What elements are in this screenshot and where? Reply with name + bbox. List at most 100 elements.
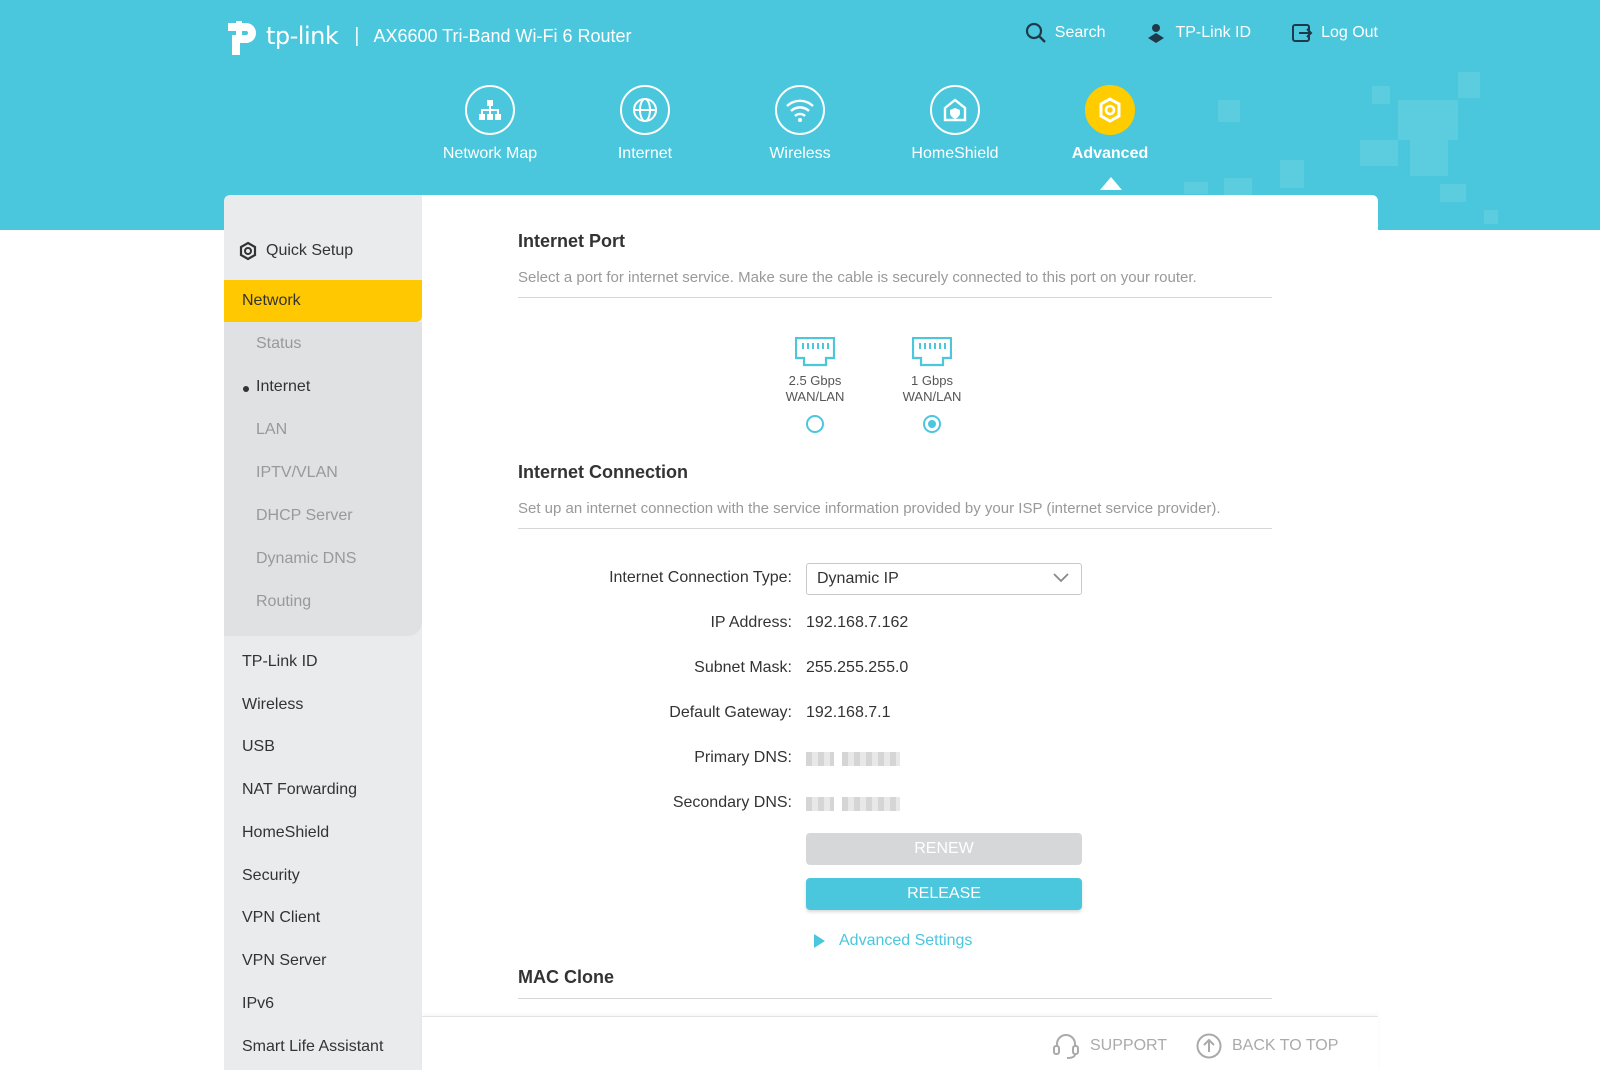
nav-wireless[interactable]: Wireless bbox=[725, 85, 875, 163]
sidebar-item-nat-forwarding[interactable]: NAT Forwarding bbox=[242, 781, 357, 799]
router-model: AX6600 Tri-Band Wi-Fi 6 Router bbox=[373, 25, 632, 46]
network-map-icon bbox=[465, 85, 515, 135]
port-type: WAN/LAN bbox=[902, 389, 962, 404]
tp-link-logo-icon bbox=[228, 21, 256, 55]
title-separator: | bbox=[354, 24, 360, 47]
user-icon bbox=[1148, 24, 1165, 43]
home-shield-icon bbox=[930, 85, 980, 135]
sidebar-item-homeshield[interactable]: HomeShield bbox=[242, 824, 329, 842]
port-option-2-5g: 2.5 Gbps WAN/LAN bbox=[775, 337, 855, 433]
gear-icon bbox=[1085, 85, 1135, 135]
port-radio-2-5g[interactable] bbox=[806, 415, 824, 433]
sidebar: Quick Setup Network Status Internet LAN … bbox=[224, 195, 422, 1070]
redacted-block bbox=[806, 751, 834, 766]
sidebar-sub-status[interactable]: Status bbox=[256, 335, 301, 353]
brand: tp-link | AX6600 Tri-Band Wi-Fi 6 Router bbox=[222, 14, 632, 58]
main-nav: Network Map Internet Wireless HomeShield bbox=[0, 80, 1600, 190]
nav-homeshield[interactable]: HomeShield bbox=[880, 85, 1030, 163]
nav-label: Advanced bbox=[1071, 145, 1149, 162]
secondary-dns-value-redacted bbox=[806, 795, 901, 813]
tplink-id-label: TP-Link ID bbox=[1175, 24, 1252, 41]
port-type: WAN/LAN bbox=[785, 389, 845, 404]
advanced-settings-toggle[interactable]: Advanced Settings bbox=[814, 932, 972, 950]
internet-connection-desc: Set up an internet connection with the s… bbox=[518, 500, 1221, 517]
default-gateway-value: 192.168.7.1 bbox=[806, 704, 891, 721]
back-to-top-link[interactable]: BACK TO TOP bbox=[1196, 1033, 1338, 1059]
ethernet-port-icon bbox=[912, 337, 952, 367]
redacted-block bbox=[806, 796, 834, 811]
nav-label: HomeShield bbox=[911, 145, 999, 162]
support-link[interactable]: SUPPORT bbox=[1052, 1033, 1167, 1059]
ip-address-label: IP Address: bbox=[710, 614, 792, 631]
chevron-down-icon bbox=[1053, 573, 1069, 583]
ip-address-value: 192.168.7.162 bbox=[806, 614, 909, 631]
sidebar-item-vpn-client[interactable]: VPN Client bbox=[242, 909, 320, 927]
decor-square bbox=[1484, 210, 1498, 224]
gear-icon bbox=[239, 241, 257, 261]
sidebar-sub-iptv-vlan[interactable]: IPTV/VLAN bbox=[256, 464, 338, 482]
port-option-1g: 1 Gbps WAN/LAN bbox=[892, 337, 972, 433]
caret-right-icon bbox=[814, 934, 825, 948]
ethernet-port-icon bbox=[795, 337, 835, 367]
divider bbox=[518, 998, 1272, 999]
sidebar-sub-lan[interactable]: LAN bbox=[256, 421, 287, 439]
search-label: Search bbox=[1054, 24, 1106, 41]
subnet-mask-value: 255.255.255.0 bbox=[806, 659, 909, 676]
subnet-mask-label: Subnet Mask: bbox=[694, 659, 792, 676]
sidebar-item-label: Internet bbox=[256, 378, 311, 395]
connection-type-label: Internet Connection Type: bbox=[609, 569, 792, 586]
sidebar-item-label: Quick Setup bbox=[266, 242, 354, 259]
sidebar-item-quick-setup[interactable]: Quick Setup bbox=[238, 241, 353, 261]
default-gateway-label: Default Gateway: bbox=[669, 704, 792, 721]
primary-dns-value-redacted bbox=[806, 750, 901, 768]
support-label: SUPPORT bbox=[1090, 1037, 1168, 1054]
secondary-dns-label: Secondary DNS: bbox=[672, 794, 792, 811]
port-radio-1g[interactable] bbox=[923, 415, 941, 433]
sidebar-item-tplink-id[interactable]: TP-Link ID bbox=[242, 653, 318, 671]
sidebar-sub-dynamic-dns[interactable]: Dynamic DNS bbox=[256, 550, 356, 568]
connection-type-select[interactable]: Dynamic IP bbox=[806, 563, 1082, 595]
sidebar-sub-dhcp-server[interactable]: DHCP Server bbox=[256, 507, 353, 525]
port-speed: 2.5 Gbps bbox=[788, 373, 842, 388]
headset-icon bbox=[1053, 1034, 1079, 1059]
primary-dns-label: Primary DNS: bbox=[694, 749, 792, 766]
search-icon bbox=[1025, 22, 1046, 43]
router-admin-page: tp-link | AX6600 Tri-Band Wi-Fi 6 Router… bbox=[0, 0, 1600, 1070]
renew-button[interactable]: RENEW bbox=[806, 833, 1082, 865]
search-link[interactable]: Search bbox=[1025, 22, 1106, 44]
nav-label: Internet bbox=[617, 145, 673, 162]
internet-port-title: Internet Port bbox=[518, 231, 626, 251]
advanced-settings-label: Advanced Settings bbox=[839, 932, 973, 949]
sidebar-item-vpn-server[interactable]: VPN Server bbox=[242, 952, 326, 970]
logout-link[interactable]: Log Out bbox=[1291, 22, 1378, 44]
sidebar-item-smart-life-assistant[interactable]: Smart Life Assistant bbox=[242, 1038, 383, 1056]
divider bbox=[518, 297, 1272, 298]
sidebar-item-wireless[interactable]: Wireless bbox=[242, 696, 303, 714]
logout-label: Log Out bbox=[1321, 24, 1378, 41]
sidebar-sub-internet[interactable]: Internet bbox=[243, 378, 311, 396]
sidebar-sub-routing[interactable]: Routing bbox=[256, 593, 311, 611]
release-button[interactable]: RELEASE bbox=[806, 878, 1082, 910]
wifi-icon bbox=[775, 85, 825, 135]
tplink-id-link[interactable]: TP-Link ID bbox=[1145, 22, 1251, 44]
sidebar-item-security[interactable]: Security bbox=[242, 867, 300, 885]
sidebar-item-ipv6[interactable]: IPv6 bbox=[242, 995, 274, 1013]
redacted-block bbox=[842, 796, 901, 811]
sidebar-item-network[interactable]: Network bbox=[224, 280, 422, 322]
internet-connection-title: Internet Connection bbox=[518, 462, 688, 482]
top-links: Search TP-Link ID Log Out bbox=[985, 22, 1378, 44]
globe-icon bbox=[620, 85, 670, 135]
redacted-block bbox=[842, 751, 901, 766]
port-speed: 1 Gbps bbox=[911, 373, 953, 388]
nav-advanced[interactable]: Advanced bbox=[1035, 85, 1185, 163]
nav-network-map[interactable]: Network Map bbox=[415, 85, 565, 163]
logo-text: tp-link bbox=[266, 22, 339, 50]
nav-internet[interactable]: Internet bbox=[570, 85, 720, 163]
mac-clone-title: MAC Clone bbox=[518, 967, 614, 987]
back-to-top-label: BACK TO TOP bbox=[1232, 1037, 1339, 1054]
logout-icon bbox=[1292, 24, 1313, 42]
active-dot bbox=[243, 386, 249, 392]
connection-type-value: Dynamic IP bbox=[817, 570, 899, 587]
nav-label: Network Map bbox=[442, 145, 538, 162]
sidebar-item-usb[interactable]: USB bbox=[242, 738, 275, 756]
